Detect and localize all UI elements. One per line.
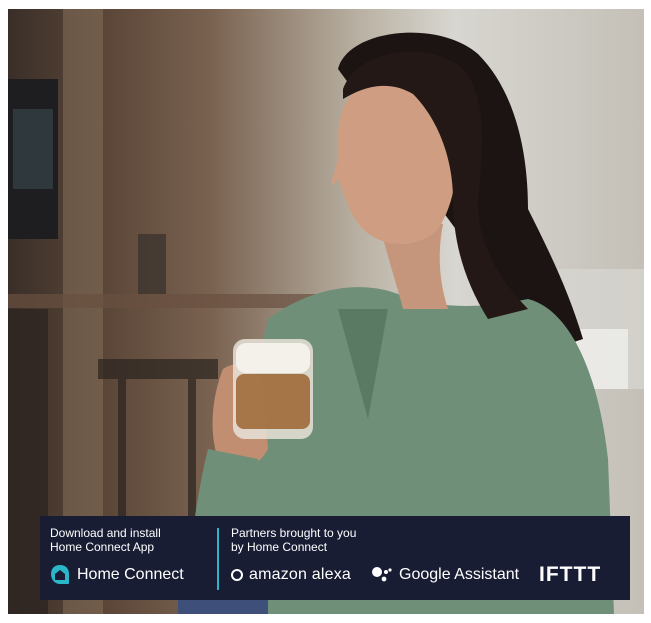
app-download-section: Download and install Home Connect App (50, 526, 208, 554)
ifttt-logo[interactable]: IFTTT (539, 563, 602, 586)
home-connect-wordmark: Home Connect (77, 566, 184, 583)
home-connect-icon (51, 565, 69, 584)
stool-leg (118, 379, 126, 519)
partner-banner: Download and install Home Connect App Ho… (40, 516, 630, 600)
download-caption-line1: Download and install (50, 526, 161, 540)
home-connect-logo[interactable]: Home Connect (50, 564, 184, 586)
jar (138, 234, 166, 294)
stool-top (98, 359, 218, 379)
google-assistant-wordmark: Google Assistant (399, 566, 520, 583)
partners-section: Partners brought to you by Home Connect (231, 526, 621, 554)
google-assistant-logo[interactable]: Google Assistant (371, 564, 519, 586)
stool-leg (188, 379, 196, 519)
ifttt-wordmark: IFTTT (539, 563, 602, 586)
alexa-wordmark: amazon alexa (249, 566, 352, 583)
alexa-ring-icon (231, 569, 243, 581)
section-divider (217, 528, 219, 590)
partners-caption-line2: by Home Connect (231, 540, 328, 554)
shelf (8, 294, 328, 308)
amazon-alexa-logo[interactable]: amazon alexa (231, 564, 351, 586)
coffee (236, 374, 310, 429)
partners-caption-line1: Partners brought to you (231, 526, 357, 540)
window-reflection (13, 109, 53, 189)
download-caption-line2: Home Connect App (50, 540, 155, 554)
milk-foam (236, 343, 310, 373)
google-assistant-dots-icon (372, 567, 392, 582)
